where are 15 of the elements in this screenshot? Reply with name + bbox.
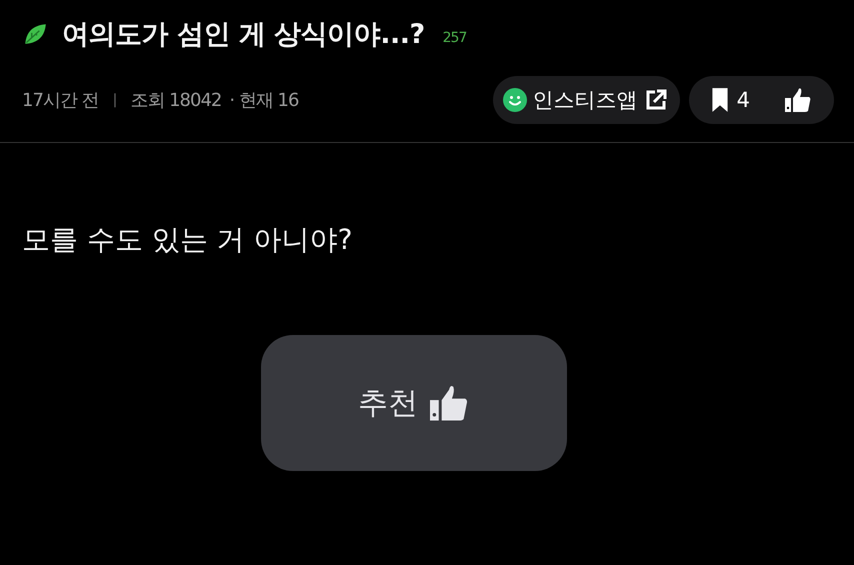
current-viewers: · 현재 16 — [229, 89, 298, 112]
view-count: 조회 18042 — [130, 89, 222, 112]
comment-count: 257 — [442, 30, 466, 46]
bookmark-count: 4 — [736, 88, 750, 112]
separator: | — [112, 92, 116, 108]
smiley-icon — [502, 88, 527, 112]
thumbs-up-icon — [428, 384, 470, 422]
external-link-icon — [644, 88, 668, 112]
post-title: 여의도가 섬인 게 상식이야...? — [62, 18, 425, 52]
thumbs-up-icon[interactable] — [784, 87, 812, 113]
bookmark-icon[interactable] — [710, 87, 729, 113]
recommend-button[interactable]: 추천 — [261, 335, 567, 471]
post-time: 17시간 전 — [22, 89, 99, 112]
app-link-button[interactable]: 인스티즈앱 — [492, 76, 680, 124]
post-body: 모를 수도 있는 거 아니야? — [22, 222, 354, 258]
